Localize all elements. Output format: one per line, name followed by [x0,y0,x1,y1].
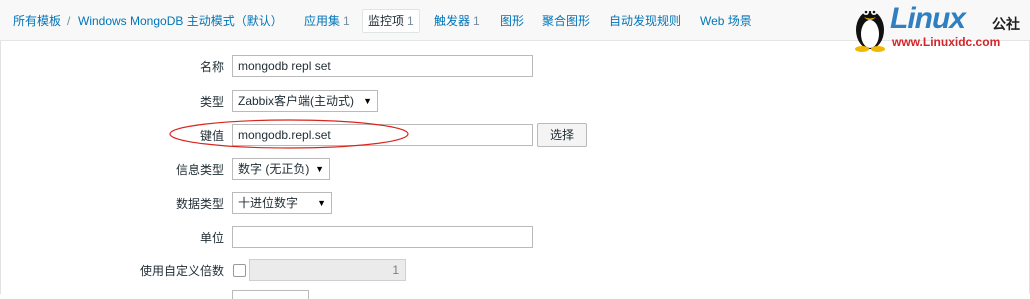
data-type-select[interactable]: 十进位数字 ▼ [232,192,332,214]
data-type-label: 数据类型 [175,197,224,211]
item-form [0,41,1030,294]
info-type-select-value: 数字 (无正负) [238,162,310,176]
tab-web-scenarios[interactable]: Web 场景 [700,12,752,30]
info-type-label: 信息类型 [175,163,224,177]
select-key-button[interactable]: 选择 [537,123,587,147]
key-input[interactable]: mongodb.repl.set [232,124,533,146]
tab-triggers[interactable]: 触发器 1 [434,12,480,30]
next-field-control[interactable] [232,290,309,299]
units-label: 单位 [199,231,224,245]
data-type-select-value: 十进位数字 [238,196,299,210]
info-type-select[interactable]: 数字 (无正负) ▼ [232,158,330,180]
logo-brand: Linux [890,2,966,35]
tab-items-label: 监控项 [368,14,405,28]
breadcrumb-template[interactable]: Windows MongoDB 主动模式（默认） [78,12,283,30]
logo-brand-cn: 公社 [992,16,1020,32]
tab-triggers-label: 触发器 [434,14,471,28]
tab-triggers-count: 1 [473,14,480,28]
tab-applications-count: 1 [343,14,350,28]
custom-multiplier-input: 1 [249,259,406,281]
tab-items-count: 1 [407,14,414,28]
dropdown-arrow-icon: ▼ [317,198,326,208]
name-label: 名称 [199,60,224,74]
tab-discovery-rules[interactable]: 自动发现规则 [609,12,681,30]
custom-multiplier-checkbox[interactable] [233,264,246,277]
type-label: 类型 [199,95,224,109]
tab-graphs[interactable]: 图形 [500,12,524,30]
tab-applications[interactable]: 应用集 1 [304,12,350,30]
dropdown-arrow-icon: ▼ [363,96,372,106]
units-input[interactable] [232,226,533,248]
key-label: 键值 [199,129,224,143]
type-select-value: Zabbix客户端(主动式) [238,94,355,108]
tab-screens[interactable]: 聚合图形 [542,12,590,30]
name-input[interactable]: mongodb repl set [232,55,533,77]
custom-multiplier-label: 使用自定义倍数 [139,264,224,278]
breadcrumb-separator: / [67,14,71,28]
dropdown-arrow-icon: ▼ [315,164,324,174]
type-select[interactable]: Zabbix客户端(主动式) ▼ [232,90,378,112]
tab-items[interactable]: 监控项 1 [362,9,420,33]
tab-applications-label: 应用集 [304,14,341,28]
breadcrumb-all-templates[interactable]: 所有模板 [13,12,61,30]
